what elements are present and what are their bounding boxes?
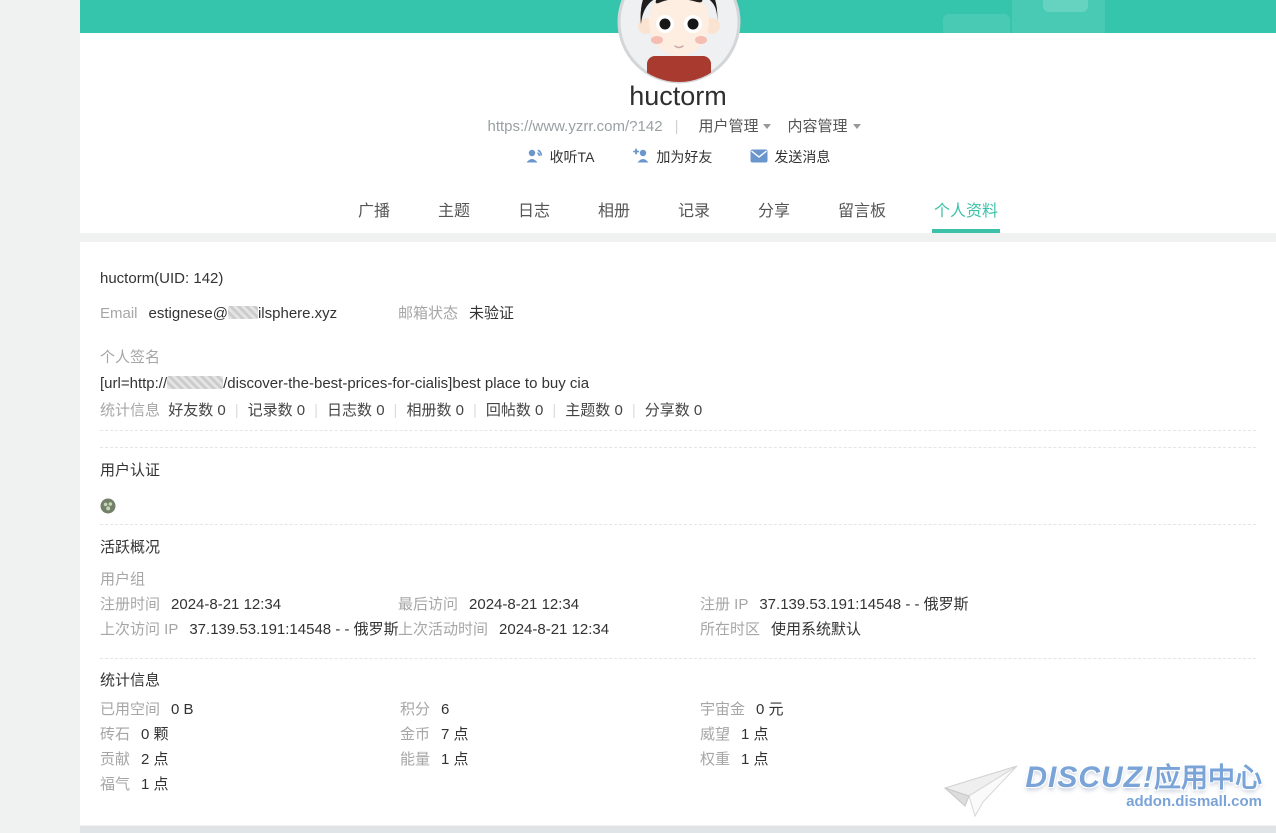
credits-field: 积分6 — [400, 700, 700, 720]
section-divider — [100, 524, 1256, 525]
email-row: Email estignese@ilsphere.xyz 邮箱状态 未验证 — [100, 304, 1256, 324]
menu-content-admin[interactable]: 内容管理 — [787, 118, 860, 135]
divider: | — [675, 118, 679, 135]
contribution-field: 贡献2 点 — [100, 750, 400, 770]
uid-line: huctorm(UID: 142) — [100, 242, 1256, 289]
send-message-button[interactable]: 发送消息 — [750, 147, 830, 167]
gold-coin-field: 金币7 点 — [400, 725, 700, 745]
add-friend-icon — [632, 148, 650, 167]
profile-content: huctorm(UID: 142) Email estignese@ilsphe… — [80, 242, 1276, 825]
verification-title: 用户认证 — [100, 461, 1256, 481]
tab-blog[interactable]: 日志 — [516, 193, 552, 229]
profile-actions: 收听TA 加为好友 发送消息 — [80, 147, 1276, 167]
caret-down-icon — [763, 124, 771, 129]
redacted-blur — [167, 376, 223, 389]
tab-albums[interactable]: 相册 — [596, 193, 632, 229]
stats-summary-label: 统计信息 — [100, 402, 160, 419]
redacted-blur — [228, 306, 258, 319]
signature-label: 个人签名 — [100, 348, 1256, 368]
profile-tabs: 广播 主题 日志 相册 记录 分享 留言板 个人资料 — [80, 193, 1276, 233]
verification-badge-icon — [100, 498, 1256, 514]
last-visit-ip-field: 上次访问 IP37.139.53.191:14548 - - 俄罗斯 — [100, 620, 398, 640]
luck-field: 福气1 点 — [100, 775, 400, 795]
watermark-domain: addon.dismall.com — [1126, 793, 1262, 810]
stat-replies: 回帖数 0 — [486, 402, 544, 419]
tab-wall[interactable]: 留言板 — [836, 193, 888, 229]
discuz-watermark: DISCUZ!应用中心 addon.dismall.com — [941, 762, 1262, 825]
reg-ip-field: 注册 IP37.139.53.191:14548 - - 俄罗斯 — [700, 595, 1256, 615]
tab-threads[interactable]: 主题 — [436, 193, 472, 229]
message-icon — [750, 149, 768, 166]
stat-friends: 好友数 0 — [168, 402, 226, 419]
email-label: Email — [100, 304, 138, 324]
empty-section — [100, 431, 1256, 448]
stat-threads: 主题数 0 — [565, 402, 623, 419]
used-space-field: 已用空间0 B — [100, 700, 400, 720]
cosmic-gold-field: 宇宙金0 元 — [700, 700, 1256, 720]
stat-albums: 相册数 0 — [406, 402, 464, 419]
timezone-field: 所在时区使用系统默认 — [700, 620, 1256, 640]
email-status-value: 未验证 — [469, 304, 514, 324]
tab-profile[interactable]: 个人资料 — [932, 193, 1000, 233]
reg-time-field: 注册时间2024-8-21 12:34 — [100, 595, 398, 615]
profile-url-link[interactable]: https://www.yzrr.com/?142 — [487, 118, 662, 135]
watermark-text: DISCUZ!应用中心 addon.dismall.com — [1025, 762, 1262, 810]
paper-plane-icon — [941, 762, 1021, 825]
follow-button[interactable]: 收听TA — [526, 147, 595, 167]
activity-grid: 注册时间2024-8-21 12:34 最后访问2024-8-21 12:34 … — [100, 595, 1256, 640]
statistics-title: 统计信息 — [100, 671, 1256, 691]
last-activity-field: 上次活动时间2024-8-21 12:34 — [398, 620, 700, 640]
profile-url-line: https://www.yzrr.com/?142 | 用户管理内容管理 — [80, 115, 1276, 136]
email-status-field: 邮箱状态 未验证 — [398, 304, 514, 324]
stats-summary-line: 统计信息 好友数 0|记录数 0|日志数 0|相册数 0|回帖数 0|主题数 0… — [100, 401, 1256, 421]
watermark-brand: DISCUZ!应用中心 — [1025, 761, 1262, 794]
diamond-field: 砖石0 颗 — [100, 725, 400, 745]
email-status-label: 邮箱状态 — [398, 304, 458, 324]
prestige-field: 威望1 点 — [700, 725, 1256, 745]
email-field: Email estignese@ilsphere.xyz — [100, 304, 398, 324]
menu-user-admin[interactable]: 用户管理 — [698, 118, 771, 135]
profile-header: huctorm https://www.yzrr.com/?142 | 用户管理内容… — [80, 33, 1276, 233]
tab-records[interactable]: 记录 — [676, 193, 712, 229]
stat-shares: 分享数 0 — [645, 402, 703, 419]
activity-title: 活跃概况 — [100, 538, 1256, 558]
usergroup-label: 用户组 — [100, 570, 1256, 590]
tab-shares[interactable]: 分享 — [756, 193, 792, 229]
caret-down-icon — [853, 124, 861, 129]
section-divider — [100, 658, 1256, 659]
signature-text: [url=http:///discover-the-best-prices-fo… — [100, 374, 1256, 394]
last-visit-field: 最后访问2024-8-21 12:34 — [398, 595, 700, 615]
bottom-strip — [80, 826, 1276, 833]
listen-icon — [526, 148, 544, 167]
stat-blogs: 日志数 0 — [327, 402, 385, 419]
banner-decor-block — [1043, 0, 1088, 12]
add-friend-button[interactable]: 加为好友 — [632, 147, 712, 167]
email-value: estignese@ilsphere.xyz — [149, 304, 338, 324]
energy-field: 能量1 点 — [400, 750, 700, 770]
tab-broadcast[interactable]: 广播 — [356, 193, 392, 229]
page-title-username: huctorm — [80, 81, 1276, 112]
banner-decor-block — [943, 14, 1010, 33]
avatar — [617, 0, 741, 84]
stat-records: 记录数 0 — [248, 402, 306, 419]
